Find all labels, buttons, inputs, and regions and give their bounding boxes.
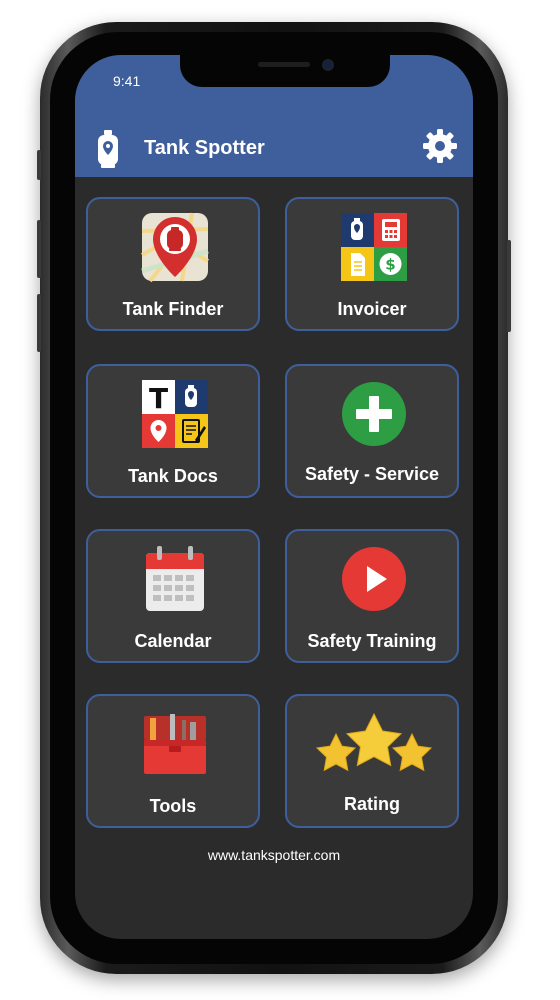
phone-notch	[180, 55, 390, 87]
propane-tank-pin-icon	[98, 130, 118, 168]
plus-circle-icon	[342, 382, 406, 446]
phone-side-button-volume-up	[37, 220, 41, 278]
app-title: Tank Spotter	[144, 137, 265, 159]
toolbox-icon	[144, 714, 206, 774]
svg-text:T: T	[149, 382, 168, 415]
tile-label: Tools	[149, 796, 197, 816]
invoicer-grid-icon: $	[341, 213, 407, 281]
speaker-grille	[258, 62, 310, 67]
stars-icon	[315, 712, 433, 772]
gear-icon[interactable]	[422, 128, 458, 164]
tile-calendar[interactable]: Calendar	[86, 529, 260, 663]
tile-label: Tank Finder	[122, 299, 224, 319]
phone-side-button-silent	[37, 150, 41, 180]
tile-safety-service[interactable]: Safety - Service	[285, 364, 459, 498]
calendar-icon	[146, 546, 204, 611]
tank-finder-map-pin-icon	[141, 212, 210, 283]
tile-label: Calendar	[134, 631, 212, 651]
svg-text:$: $	[385, 256, 395, 274]
phone-side-button-volume-down	[37, 294, 41, 352]
tile-rating[interactable]: Rating	[285, 694, 459, 828]
tile-label: Safety Training	[307, 631, 437, 651]
front-camera	[322, 59, 334, 71]
app-screen: 9:41 Tank Spotter Tank Finder $ Invoicer…	[75, 55, 473, 939]
phone-side-button-power	[507, 240, 511, 332]
status-time: 9:41	[113, 73, 141, 89]
tile-safety-training[interactable]: Safety Training	[285, 529, 459, 663]
tile-label: Safety - Service	[304, 464, 440, 484]
tile-tank-docs[interactable]: T Tank Docs	[86, 364, 260, 498]
tile-label: Rating	[344, 794, 400, 814]
tile-invoicer[interactable]: $ Invoicer	[285, 197, 459, 331]
tile-label: Invoicer	[337, 299, 407, 319]
tile-tank-finder[interactable]: Tank Finder	[86, 197, 260, 331]
tile-label: Tank Docs	[128, 466, 218, 486]
tile-tools[interactable]: Tools	[86, 694, 260, 828]
website-link[interactable]: www.tankspotter.com	[75, 847, 473, 863]
tank-docs-grid-icon: T	[142, 380, 208, 448]
play-circle-icon	[342, 547, 406, 611]
